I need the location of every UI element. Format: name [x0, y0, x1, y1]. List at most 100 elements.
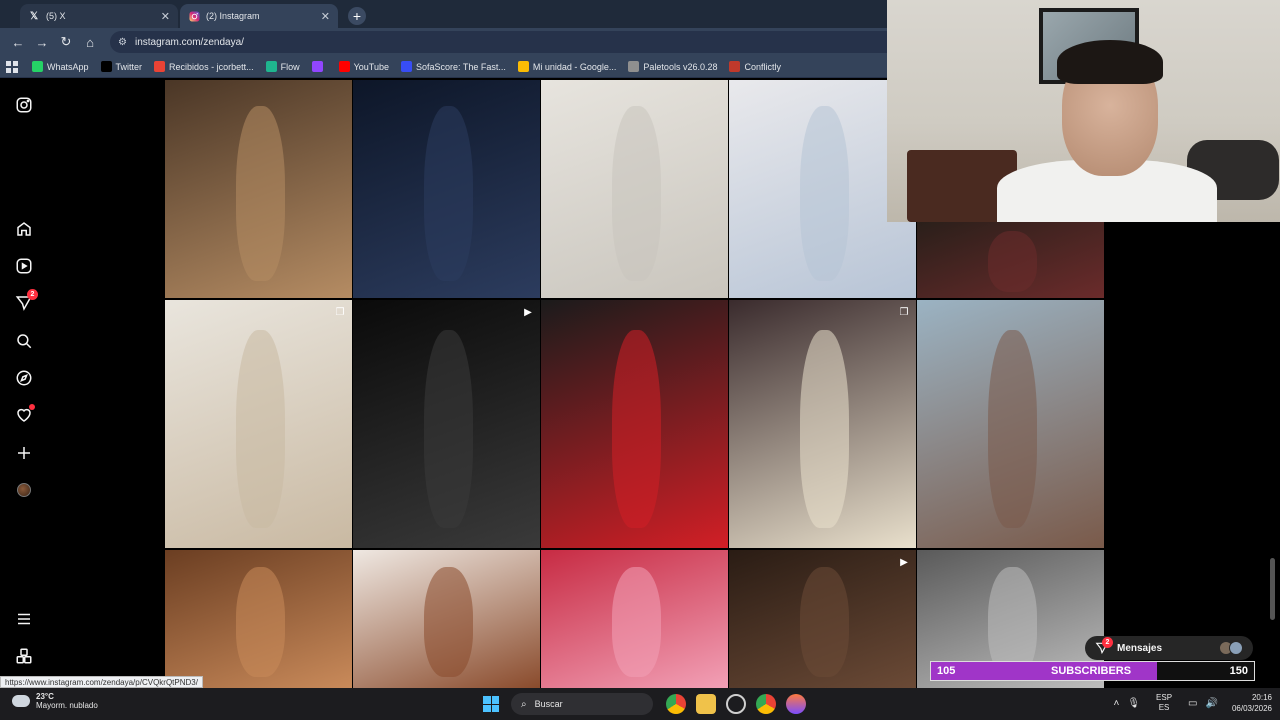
reel-icon: ▶ — [524, 306, 532, 318]
bookmark-label: Flow — [280, 61, 300, 72]
apps-grid-icon[interactable] — [6, 60, 18, 73]
post-thumbnail[interactable] — [917, 222, 1104, 298]
bookmark-label: Conflictly — [744, 61, 781, 72]
explore-icon[interactable] — [14, 368, 34, 388]
cloud-icon — [12, 695, 30, 707]
bookmark-item[interactable]: Mi unidad - Google... — [517, 61, 616, 72]
bookmark-item[interactable] — [311, 61, 327, 72]
home-icon[interactable] — [14, 219, 34, 239]
bookmark-item[interactable]: Paletools v26.0.28 — [628, 61, 717, 72]
bookmark-item[interactable]: Flow — [265, 61, 300, 72]
chrome-icon[interactable] — [666, 694, 686, 714]
page-scrollbar[interactable] — [1270, 558, 1275, 620]
close-icon[interactable]: ✕ — [161, 10, 170, 23]
post-subject — [800, 106, 849, 281]
tab-x[interactable]: 𝕏 (5) X ✕ — [20, 4, 178, 28]
profile-avatar[interactable] — [14, 480, 34, 500]
forward-icon[interactable]: → — [30, 35, 54, 50]
volume-icon[interactable]: 🔊 — [1206, 698, 1218, 709]
subscribers-goal-bar: 105 SUBSCRIBERS 150 — [930, 661, 1255, 681]
post-subject — [236, 329, 285, 529]
notifications-icon[interactable] — [14, 404, 35, 425]
network-icon[interactable]: ▭ — [1188, 698, 1197, 709]
tab-title: (2) Instagram — [206, 11, 260, 21]
chrome-profile-icon[interactable] — [756, 694, 776, 714]
streamer-hair — [1057, 40, 1163, 84]
tab-title: (5) X — [46, 11, 66, 21]
post-thumbnail[interactable]: ❐ — [165, 300, 352, 548]
post-thumbnail[interactable] — [165, 80, 352, 298]
post-thumbnail[interactable] — [353, 80, 540, 298]
messages-badge: 2 — [27, 289, 38, 300]
carousel-icon: ❐ — [335, 306, 345, 318]
post-thumbnail[interactable]: ❐ — [729, 300, 916, 548]
windows-taskbar: 23°C Mayorm. nublado ⌕ Buscar ˄ 🎙 ESP ES… — [0, 688, 1280, 720]
back-icon[interactable]: ← — [6, 35, 30, 50]
clock[interactable]: 20:16 06/03/2026 — [1232, 692, 1272, 714]
url-text: instagram.com/zendaya/ — [134, 36, 244, 48]
post-thumbnail[interactable] — [917, 300, 1104, 548]
bookmark-item[interactable]: Conflictly — [729, 61, 781, 72]
weather-widget[interactable]: 23°C Mayorm. nublado — [12, 692, 98, 710]
taskbar-search[interactable]: ⌕ Buscar — [511, 693, 653, 715]
post-subject — [988, 231, 1037, 292]
instagram-logo-icon — [188, 10, 200, 22]
tab-instagram[interactable]: (2) Instagram ✕ — [180, 4, 338, 28]
chevron-up-icon[interactable]: ˄ — [1113, 698, 1119, 709]
taskbar-apps: ⌕ Buscar — [483, 693, 811, 715]
also-from-meta-icon[interactable] — [14, 646, 34, 666]
bookmark-item[interactable]: SofaScore: The Fast... — [400, 61, 506, 72]
home-button-icon[interactable]: ⌂ — [78, 35, 102, 50]
post-thumbnail[interactable] — [541, 80, 728, 298]
close-icon[interactable]: ✕ — [321, 10, 330, 23]
new-tab-button[interactable]: + — [348, 7, 366, 25]
search-icon: ⌕ — [521, 698, 527, 710]
post-thumbnail[interactable] — [165, 550, 352, 688]
post-subject — [612, 329, 661, 529]
messages-icon[interactable]: 2 — [14, 289, 38, 313]
site-info-icon[interactable]: ⚙ — [118, 37, 127, 48]
bookmark-icon — [32, 61, 43, 72]
messages-label: Mensajes — [1117, 642, 1163, 654]
bookmark-icon — [154, 61, 166, 72]
link-hover-status: https://www.instagram.com/zendaya/p/CVQk… — [0, 676, 203, 688]
file-explorer-icon[interactable] — [696, 694, 716, 714]
bookmark-item[interactable]: Twitter — [100, 61, 142, 72]
bookmark-icon — [100, 61, 112, 72]
post-thumbnail[interactable]: ▶ — [353, 300, 540, 548]
app-flame-icon[interactable] — [786, 694, 806, 714]
post-subject — [988, 329, 1037, 529]
bookmark-item[interactable]: WhatsApp — [32, 61, 89, 72]
obs-icon[interactable] — [726, 694, 746, 714]
reload-icon[interactable]: ↻ — [54, 34, 78, 50]
instagram-sidebar: 2 — [0, 78, 48, 688]
post-thumbnail[interactable] — [541, 550, 728, 688]
bookmark-item[interactable]: YouTube — [338, 61, 389, 72]
bookmark-item[interactable]: Recibidos - jcorbett... — [154, 61, 254, 72]
post-subject — [800, 329, 849, 529]
microphone-icon[interactable]: 🎙 — [1127, 698, 1140, 709]
subscribers-label: SUBSCRIBERS — [1051, 665, 1132, 677]
language-indicator[interactable]: ESP ES — [1156, 693, 1172, 713]
reel-icon: ▶ — [900, 556, 908, 568]
weather-temp: 23°C — [36, 692, 54, 701]
more-menu-icon[interactable] — [14, 609, 34, 629]
weather-desc: Mayorm. nublado — [36, 701, 98, 710]
post-thumbnail[interactable]: ▶ — [729, 550, 916, 688]
address-bar[interactable]: ⚙ instagram.com/zendaya/ — [110, 31, 950, 53]
instagram-logo-icon[interactable] — [14, 95, 34, 115]
post-subject — [424, 566, 473, 677]
bookmark-icon — [311, 61, 323, 72]
post-thumbnail[interactable] — [353, 550, 540, 688]
reels-icon[interactable] — [14, 256, 34, 276]
bookmark-label: YouTube — [353, 61, 389, 72]
post-thumbnail[interactable] — [541, 300, 728, 548]
windows-start-icon[interactable] — [483, 696, 499, 712]
send-icon: 2 — [1095, 637, 1113, 655]
bookmark-icon — [338, 61, 350, 72]
bookmark-icon — [400, 61, 412, 72]
messages-widget[interactable]: 2 Mensajes — [1085, 636, 1253, 660]
create-icon[interactable] — [14, 443, 34, 463]
search-icon[interactable] — [14, 331, 34, 351]
post-subject — [424, 106, 473, 281]
